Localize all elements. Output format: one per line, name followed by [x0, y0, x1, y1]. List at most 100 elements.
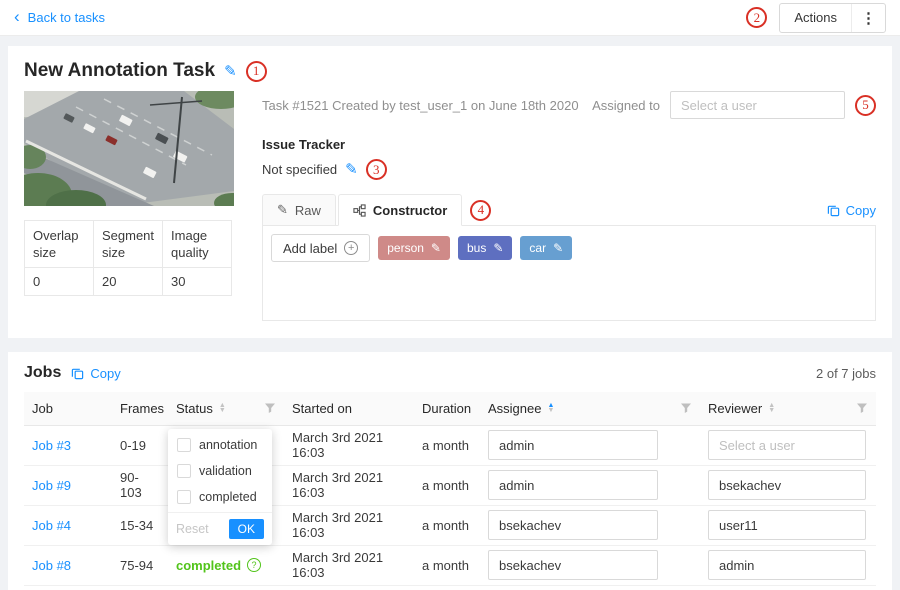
reviewer-filter-icon[interactable]: [856, 402, 868, 414]
question-circle-icon[interactable]: ?: [247, 558, 261, 572]
filter-option-completed-label: completed: [199, 490, 257, 504]
label-tag-bus-name: bus: [467, 241, 486, 255]
job-link[interactable]: Job #4: [32, 518, 71, 533]
assignee-sort-control[interactable]: ▲▼: [547, 403, 554, 414]
task-assignee-input[interactable]: [670, 91, 845, 119]
task-body: Overlap size Segment size Image quality …: [24, 91, 876, 321]
reviewer-input[interactable]: [708, 470, 866, 500]
back-to-tasks-link[interactable]: ‹ Back to tasks: [14, 9, 105, 26]
issue-tracker-label: Issue Tracker: [262, 137, 876, 152]
label-tag-person[interactable]: person ✎: [378, 236, 450, 260]
copy-labels-button[interactable]: Copy: [827, 203, 876, 218]
table-row: Job #4 15-34 March 3rd 2021 16:03 a mont…: [24, 505, 876, 545]
task-left-column: Overlap size Segment size Image quality …: [24, 91, 234, 321]
tab-raw[interactable]: ✎ Raw: [262, 194, 336, 226]
frames-cell: 75-94: [112, 545, 168, 585]
frames-cell: 90-103: [112, 465, 168, 505]
image-quality-header: Image quality: [163, 221, 232, 268]
labels-constructor-panel: Add label + person ✎ bus ✎ car ✎: [262, 225, 876, 321]
column-status-label: Status: [176, 401, 213, 416]
copy-jobs-button[interactable]: Copy: [71, 366, 120, 381]
tab-constructor[interactable]: Constructor: [338, 194, 462, 226]
label-tag-bus[interactable]: bus ✎: [458, 236, 512, 260]
column-started-on: Started on: [284, 392, 414, 425]
more-actions-menu-icon[interactable]: ⋮: [851, 4, 885, 32]
filter-ok-button[interactable]: OK: [229, 519, 264, 539]
callout-1: 1: [246, 61, 267, 82]
jobs-count: 2 of 7 jobs: [816, 366, 876, 381]
column-frames: Frames: [112, 392, 168, 425]
column-assignee: Assignee ▲▼: [480, 392, 700, 425]
add-label-text: Add label: [283, 241, 337, 256]
topbar-right: 2 Actions ⋮: [746, 3, 886, 33]
table-row: Job #9 90-103 March 3rd 2021 16:03 a mon…: [24, 465, 876, 505]
duration-cell: a month: [414, 545, 480, 585]
copy-icon: [71, 367, 84, 380]
copy-icon: [827, 204, 840, 217]
actions-button[interactable]: Actions: [780, 4, 851, 32]
filter-option-annotation-label: annotation: [199, 438, 257, 452]
status-filter-dropdown: annotation validation completed Reset OK: [168, 429, 272, 545]
checkbox-annotation[interactable]: [177, 438, 191, 452]
task-title-row: New Annotation Task ✎ 1: [24, 60, 876, 82]
pencil-icon: ✎: [277, 202, 288, 218]
assignee-filter-icon[interactable]: [680, 402, 692, 414]
reviewer-input[interactable]: [708, 430, 866, 460]
jobs-title: Jobs: [24, 364, 61, 382]
checkbox-validation[interactable]: [177, 464, 191, 478]
labels-tabs-bar: ✎ Raw Constructor 4: [262, 194, 876, 226]
segment-size-header: Segment size: [93, 221, 162, 268]
jobs-header: Jobs Copy 2 of 7 jobs: [24, 364, 876, 382]
overlap-size-header: Overlap size: [25, 221, 94, 268]
status-sort-control[interactable]: ▲▼: [219, 403, 226, 414]
started-cell: March 3rd 2021 16:03: [284, 425, 414, 465]
edit-label-icon[interactable]: ✎: [553, 242, 563, 254]
reviewer-sort-control[interactable]: ▲▼: [768, 403, 775, 414]
label-tag-person-name: person: [387, 241, 424, 255]
assignee-input[interactable]: [488, 510, 658, 540]
reviewer-input[interactable]: [708, 550, 866, 580]
task-meta-row: Task #1521 Created by test_user_1 on Jun…: [262, 91, 876, 119]
add-label-button[interactable]: Add label +: [271, 234, 370, 262]
filter-option-completed[interactable]: completed: [168, 484, 272, 510]
filter-option-validation[interactable]: validation: [168, 458, 272, 484]
issue-tracker-value: Not specified: [262, 162, 337, 177]
edit-label-icon[interactable]: ✎: [493, 242, 503, 254]
assigned-to-block: Assigned to 5: [592, 91, 876, 119]
chevron-left-icon: ‹: [14, 8, 20, 25]
reviewer-input[interactable]: [708, 510, 866, 540]
started-cell: March 3rd 2021 16:03: [284, 505, 414, 545]
label-tag-car-name: car: [529, 241, 546, 255]
assignee-input[interactable]: [488, 550, 658, 580]
segment-size-value: 20: [93, 268, 162, 296]
job-link[interactable]: Job #3: [32, 438, 71, 453]
task-details-card: New Annotation Task ✎ 1: [8, 46, 892, 338]
filter-option-annotation[interactable]: annotation: [168, 432, 272, 458]
copy-labels-label: Copy: [846, 203, 876, 218]
edit-task-name-icon[interactable]: ✎: [224, 64, 237, 79]
edit-label-icon[interactable]: ✎: [431, 242, 441, 254]
label-tag-car[interactable]: car ✎: [520, 236, 572, 260]
column-reviewer: Reviewer ▲▼: [700, 392, 876, 425]
plus-circle-icon: +: [344, 241, 358, 255]
frames-cell: 0-19: [112, 425, 168, 465]
assignee-input[interactable]: [488, 470, 658, 500]
task-parameters-table: Overlap size Segment size Image quality …: [24, 220, 232, 296]
job-link[interactable]: Job #8: [32, 558, 71, 573]
copy-jobs-label: Copy: [90, 366, 120, 381]
column-status: Status ▲▼: [168, 392, 284, 425]
image-quality-value: 30: [163, 268, 232, 296]
column-duration: Duration: [414, 392, 480, 425]
filter-dropdown-footer: Reset OK: [168, 512, 272, 545]
checkbox-completed[interactable]: [177, 490, 191, 504]
edit-issue-tracker-icon[interactable]: ✎: [345, 162, 358, 177]
assignee-input[interactable]: [488, 430, 658, 460]
top-bar: ‹ Back to tasks 2 Actions ⋮: [0, 0, 900, 36]
filter-reset-button[interactable]: Reset: [176, 522, 209, 536]
constructor-blocks-icon: [353, 204, 366, 217]
column-assignee-label: Assignee: [488, 401, 541, 416]
callout-3: 3: [366, 159, 387, 180]
task-right-column: Task #1521 Created by test_user_1 on Jun…: [234, 91, 876, 321]
job-link[interactable]: Job #9: [32, 478, 71, 493]
status-filter-icon[interactable]: [264, 402, 276, 414]
